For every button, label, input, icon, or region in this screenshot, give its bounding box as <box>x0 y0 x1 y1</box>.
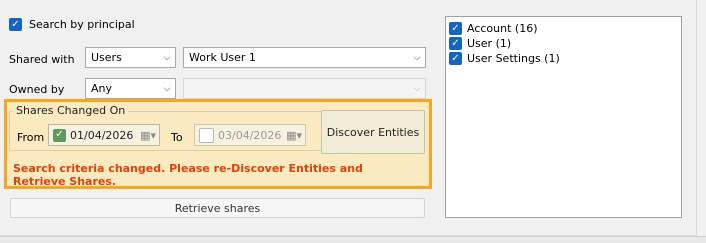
retrieve-shares-button[interactable]: Retrieve shares <box>10 198 425 218</box>
from-date-value: 01/04/2026 <box>70 128 134 142</box>
from-date-picker[interactable]: ✓ 01/04/2026 ▦▾ <box>48 124 160 146</box>
shared-with-type-dropdown[interactable]: Users ⌵ <box>85 47 176 68</box>
chevron-down-icon: ⌵ <box>163 52 171 63</box>
to-label: To <box>171 131 183 144</box>
warning-message: Search criteria changed. Please re-Disco… <box>13 162 363 188</box>
shared-with-label: Shared with <box>9 53 75 66</box>
check-icon: ✓ <box>451 37 460 49</box>
entity-checkbox[interactable]: ✓ <box>449 37 462 50</box>
to-date-checkbox[interactable] <box>199 127 214 143</box>
owned-by-label: Owned by <box>9 83 65 96</box>
check-icon: ✓ <box>451 52 460 64</box>
search-by-principal-label: Search by principal <box>29 18 135 31</box>
list-item[interactable]: ✓ Account (16) <box>449 22 538 35</box>
check-icon: ✓ <box>451 22 460 34</box>
search-by-principal-checkbox[interactable]: ✓ <box>9 18 22 31</box>
calendar-icon[interactable]: ▦▾ <box>140 129 156 142</box>
entity-list[interactable]: ✓ Account (16) ✓ User (1) ✓ User Setting… <box>445 16 682 218</box>
shared-with-user-dropdown[interactable]: Work User 1 ⌵ <box>183 47 426 68</box>
list-item[interactable]: ✓ User Settings (1) <box>449 52 560 65</box>
shares-changed-title: Shares Changed On <box>13 104 129 117</box>
entity-checkbox[interactable]: ✓ <box>449 52 462 65</box>
chevron-down-icon: ⌵ <box>413 52 421 63</box>
owned-by-user-dropdown[interactable]: ⌵ <box>183 78 426 99</box>
entity-checkbox[interactable]: ✓ <box>449 22 462 35</box>
check-icon: ✓ <box>11 18 20 30</box>
discover-entities-button[interactable]: Discover Entities <box>321 110 425 154</box>
check-icon: ✓ <box>55 129 64 140</box>
entity-label: User (1) <box>467 37 512 50</box>
to-date-picker[interactable]: 03/04/2026 ▦▾ <box>194 124 306 146</box>
chevron-down-icon: ⌵ <box>163 83 171 94</box>
owned-by-dropdown[interactable]: Any ⌵ <box>85 78 176 99</box>
from-label: From <box>17 131 45 144</box>
shared-with-type-value: Users <box>91 51 122 64</box>
entity-label: Account (16) <box>467 22 538 35</box>
from-date-checkbox[interactable]: ✓ <box>53 128 66 142</box>
shared-with-user-value: Work User 1 <box>189 51 256 64</box>
list-item[interactable]: ✓ User (1) <box>449 37 511 50</box>
to-date-value: 03/04/2026 <box>218 128 282 142</box>
entity-label: User Settings (1) <box>467 52 560 65</box>
chevron-down-icon: ⌵ <box>413 83 421 94</box>
owned-by-value: Any <box>91 82 113 95</box>
bottom-divider <box>0 236 706 243</box>
calendar-icon[interactable]: ▦▾ <box>286 129 302 142</box>
